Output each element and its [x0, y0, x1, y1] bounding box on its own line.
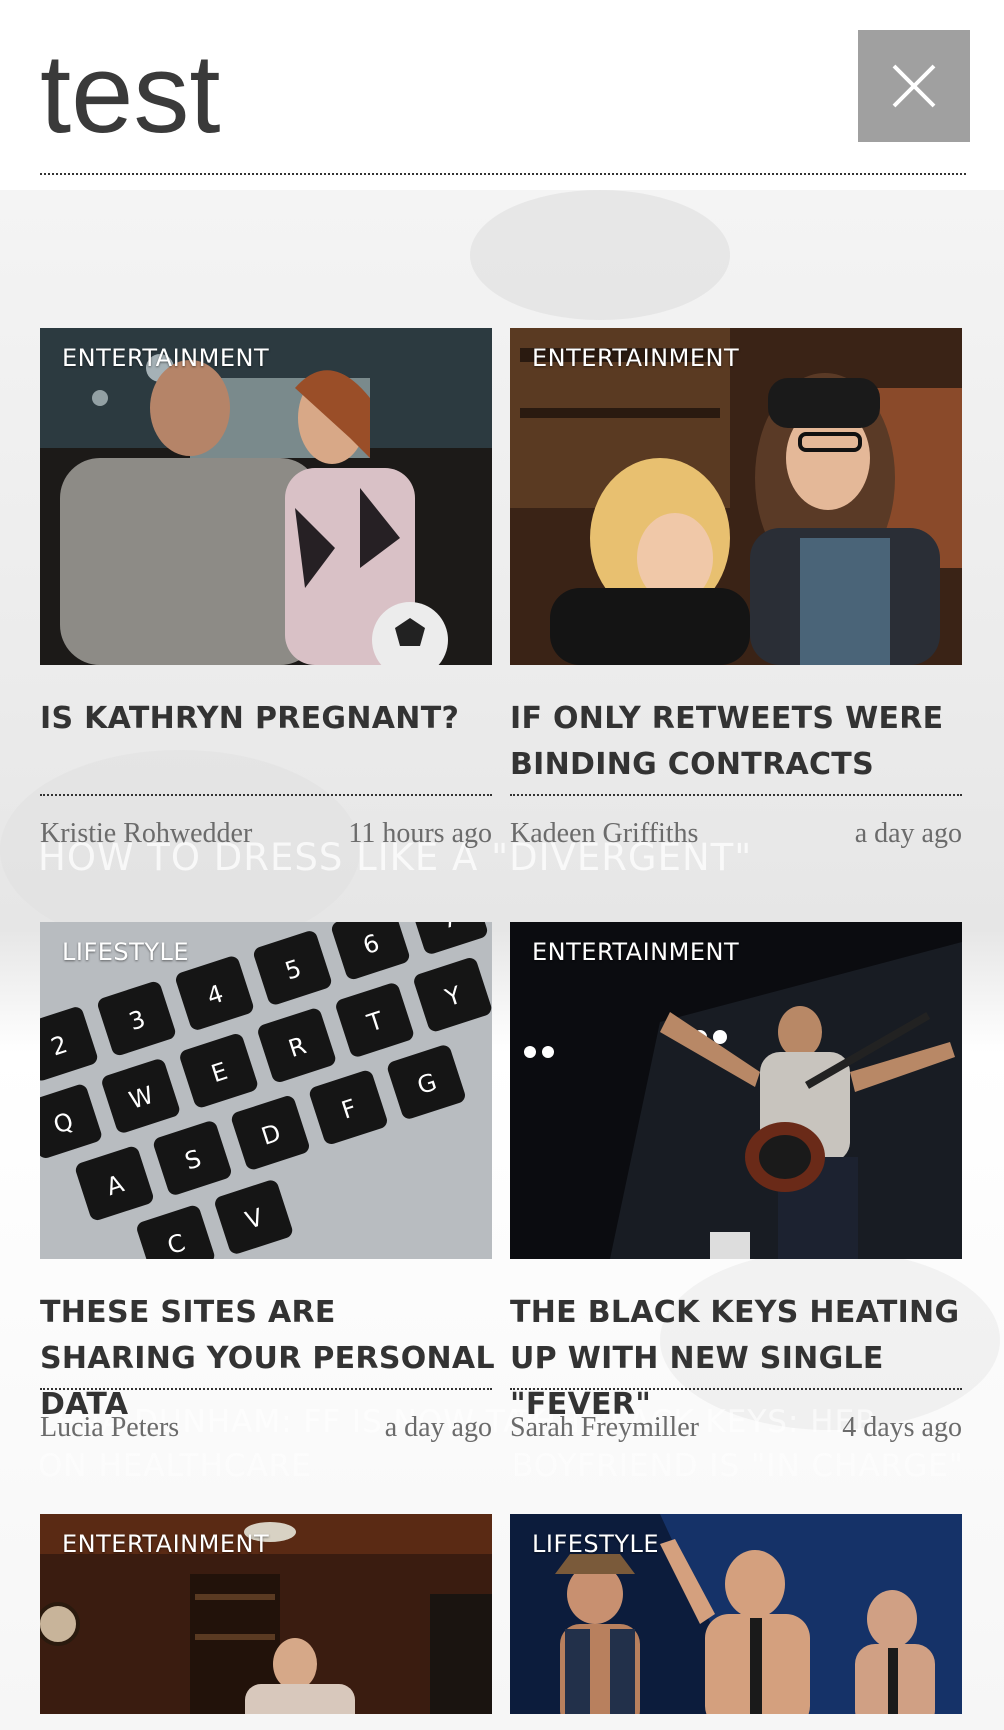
article-card[interactable]: ENTERTAINMENT IS KATHRYN PREGNANT? Krist… — [40, 328, 492, 849]
article-title[interactable]: IF ONLY RETWEETS WERE BINDING CONTRACTS — [510, 696, 970, 788]
background-headline: BOYFRIEND IS "IN CHARGE" — [512, 1448, 965, 1484]
search-input[interactable] — [40, 28, 820, 158]
article-title[interactable]: THE BLACK KEYS HEATING UP WITH NEW SINGL… — [510, 1290, 970, 1428]
background-headline: ON HEALTHCARE — [38, 1448, 312, 1484]
search-header — [0, 0, 1004, 190]
article-category: ENTERTAINMENT — [62, 344, 270, 372]
article-author[interactable]: Lucia Peters — [40, 1412, 179, 1444]
article-image[interactable]: LIFESTYLE — [510, 1514, 962, 1714]
close-icon — [892, 64, 936, 108]
article-author[interactable]: Sarah Freymiller — [510, 1412, 699, 1444]
article-divider — [40, 794, 492, 796]
article-category: ENTERTAINMENT — [532, 938, 740, 966]
article-card[interactable]: ENTERTAINMENT THE BLACK KEYS HEATING UP … — [510, 922, 962, 1443]
article-divider — [510, 794, 962, 796]
article-image[interactable]: ENTERTAINMENT — [510, 922, 962, 1259]
article-category: LIFESTYLE — [532, 1530, 660, 1558]
article-category: ENTERTAINMENT — [62, 1530, 270, 1558]
article-divider — [40, 1388, 492, 1390]
article-image[interactable]: ENTERTAINMENT — [40, 328, 492, 665]
article-time: 11 hours ago — [348, 818, 492, 849]
article-title[interactable]: IS KATHRYN PREGNANT? — [40, 696, 500, 742]
article-category: LIFESTYLE — [62, 938, 190, 966]
article-image[interactable]: ENTERTAINMENT — [510, 328, 962, 665]
header-divider — [40, 173, 966, 175]
close-button[interactable] — [858, 30, 970, 142]
guitarist-on-stage-photo — [510, 922, 962, 1259]
article-time: a day ago — [384, 1412, 492, 1443]
keyboard-photo: 234567QWERTYASDFGCV — [40, 922, 492, 1259]
couple-in-car-photo — [40, 328, 492, 665]
article-divider — [510, 1388, 962, 1390]
article-time: a day ago — [854, 818, 962, 849]
article-image[interactable]: 234567QWERTYASDFGCV LIFESTYLE — [40, 922, 492, 1259]
article-time: 4 days ago — [842, 1412, 962, 1443]
article-card[interactable]: ENTERTAINMENT — [40, 1514, 492, 1714]
two-women-photo — [510, 328, 962, 665]
article-card[interactable]: 234567QWERTYASDFGCV LIFESTYLE THESE SITE… — [40, 922, 495, 1443]
article-author[interactable]: Kristie Rohwedder — [40, 818, 252, 850]
article-image[interactable]: ENTERTAINMENT — [40, 1514, 492, 1714]
article-card[interactable]: ENTERTAINMENT IF ONLY RETWEETS WERE BIND… — [510, 328, 962, 849]
article-card[interactable]: LIFESTYLE — [510, 1514, 962, 1714]
article-category: ENTERTAINMENT — [532, 344, 740, 372]
article-title[interactable]: THESE SITES ARE SHARING YOUR PERSONAL DA… — [40, 1290, 500, 1428]
article-author[interactable]: Kadeen Griffiths — [510, 818, 698, 850]
